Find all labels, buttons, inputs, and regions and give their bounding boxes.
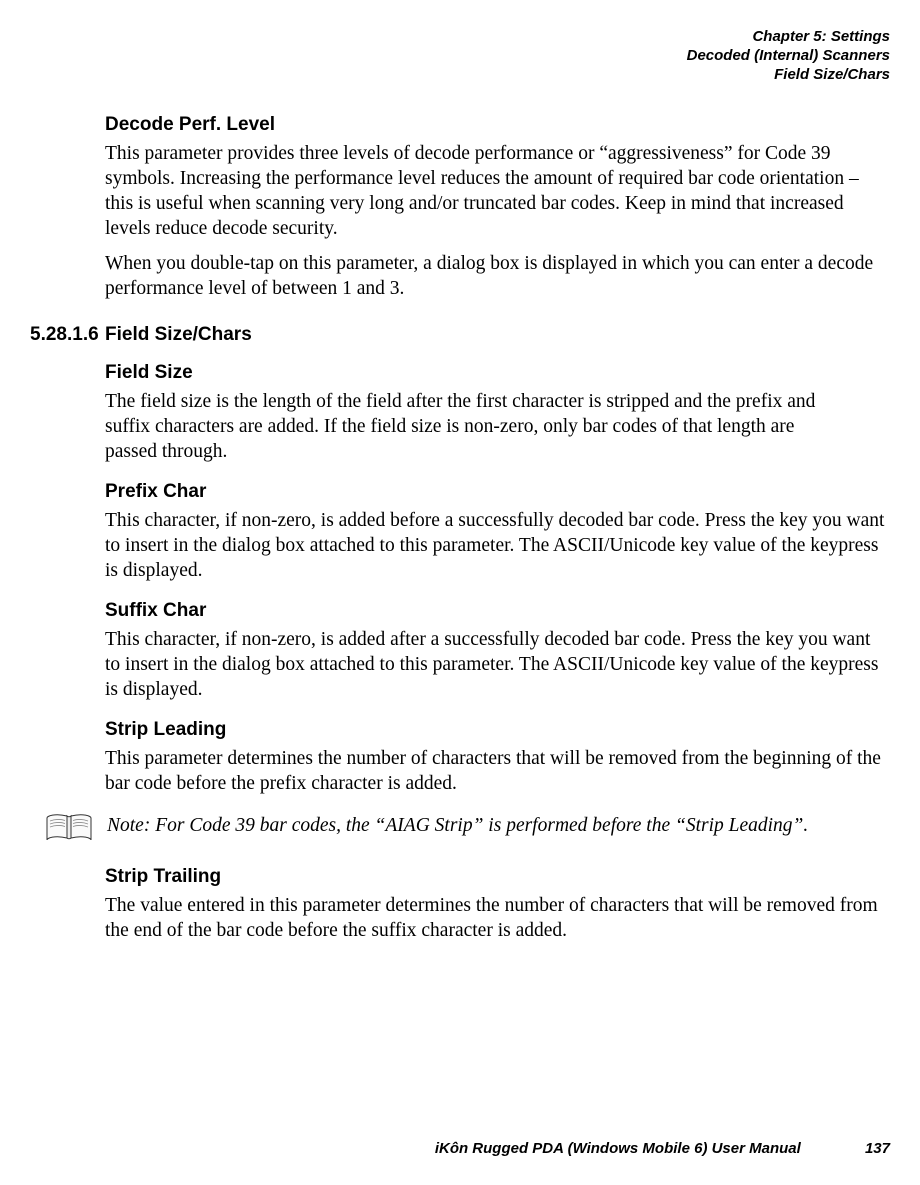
running-header: Chapter 5: Settings Decoded (Internal) S… — [30, 28, 890, 84]
heading-prefix-char: Prefix Char — [105, 481, 890, 503]
heading-decode-perf-level: Decode Perf. Level — [105, 114, 890, 136]
note-label: Note: — [107, 815, 150, 836]
paragraph: The field size is the length of the fiel… — [105, 390, 825, 465]
note-text: Note: For Code 39 bar codes, the “AIAG S… — [107, 810, 808, 839]
paragraph: When you double-tap on this parameter, a… — [105, 252, 890, 302]
heading-strip-trailing: Strip Trailing — [105, 866, 890, 888]
content-area: Decode Perf. Level This parameter provid… — [30, 114, 890, 944]
note-block: Note: For Code 39 bar codes, the “AIAG S… — [45, 810, 890, 844]
footer-manual-title: iKôn Rugged PDA (Windows Mobile 6) User … — [435, 1140, 801, 1157]
paragraph: This character, if non-zero, is added af… — [105, 628, 890, 703]
footer: iKôn Rugged PDA (Windows Mobile 6) User … — [30, 1140, 890, 1157]
paragraph: This parameter provides three levels of … — [105, 142, 890, 242]
heading-field-size: Field Size — [105, 362, 890, 384]
page: Chapter 5: Settings Decoded (Internal) S… — [0, 0, 920, 1185]
paragraph: The value entered in this parameter dete… — [105, 894, 890, 944]
heading-suffix-char: Suffix Char — [105, 600, 890, 622]
header-subsection: Field Size/Chars — [30, 66, 890, 85]
section-heading-row: 5.28.1.6 Field Size/Chars — [30, 324, 890, 346]
page-number: 137 — [865, 1140, 890, 1157]
heading-strip-leading: Strip Leading — [105, 719, 890, 741]
paragraph: This parameter determines the number of … — [105, 747, 890, 797]
header-section: Decoded (Internal) Scanners — [30, 47, 890, 66]
paragraph: This character, if non-zero, is added be… — [105, 509, 890, 584]
note-body: For Code 39 bar codes, the “AIAG Strip” … — [155, 815, 808, 836]
section-title: Field Size/Chars — [105, 324, 252, 346]
open-book-icon — [45, 810, 93, 844]
header-chapter: Chapter 5: Settings — [30, 28, 890, 47]
section-number: 5.28.1.6 — [30, 324, 105, 346]
